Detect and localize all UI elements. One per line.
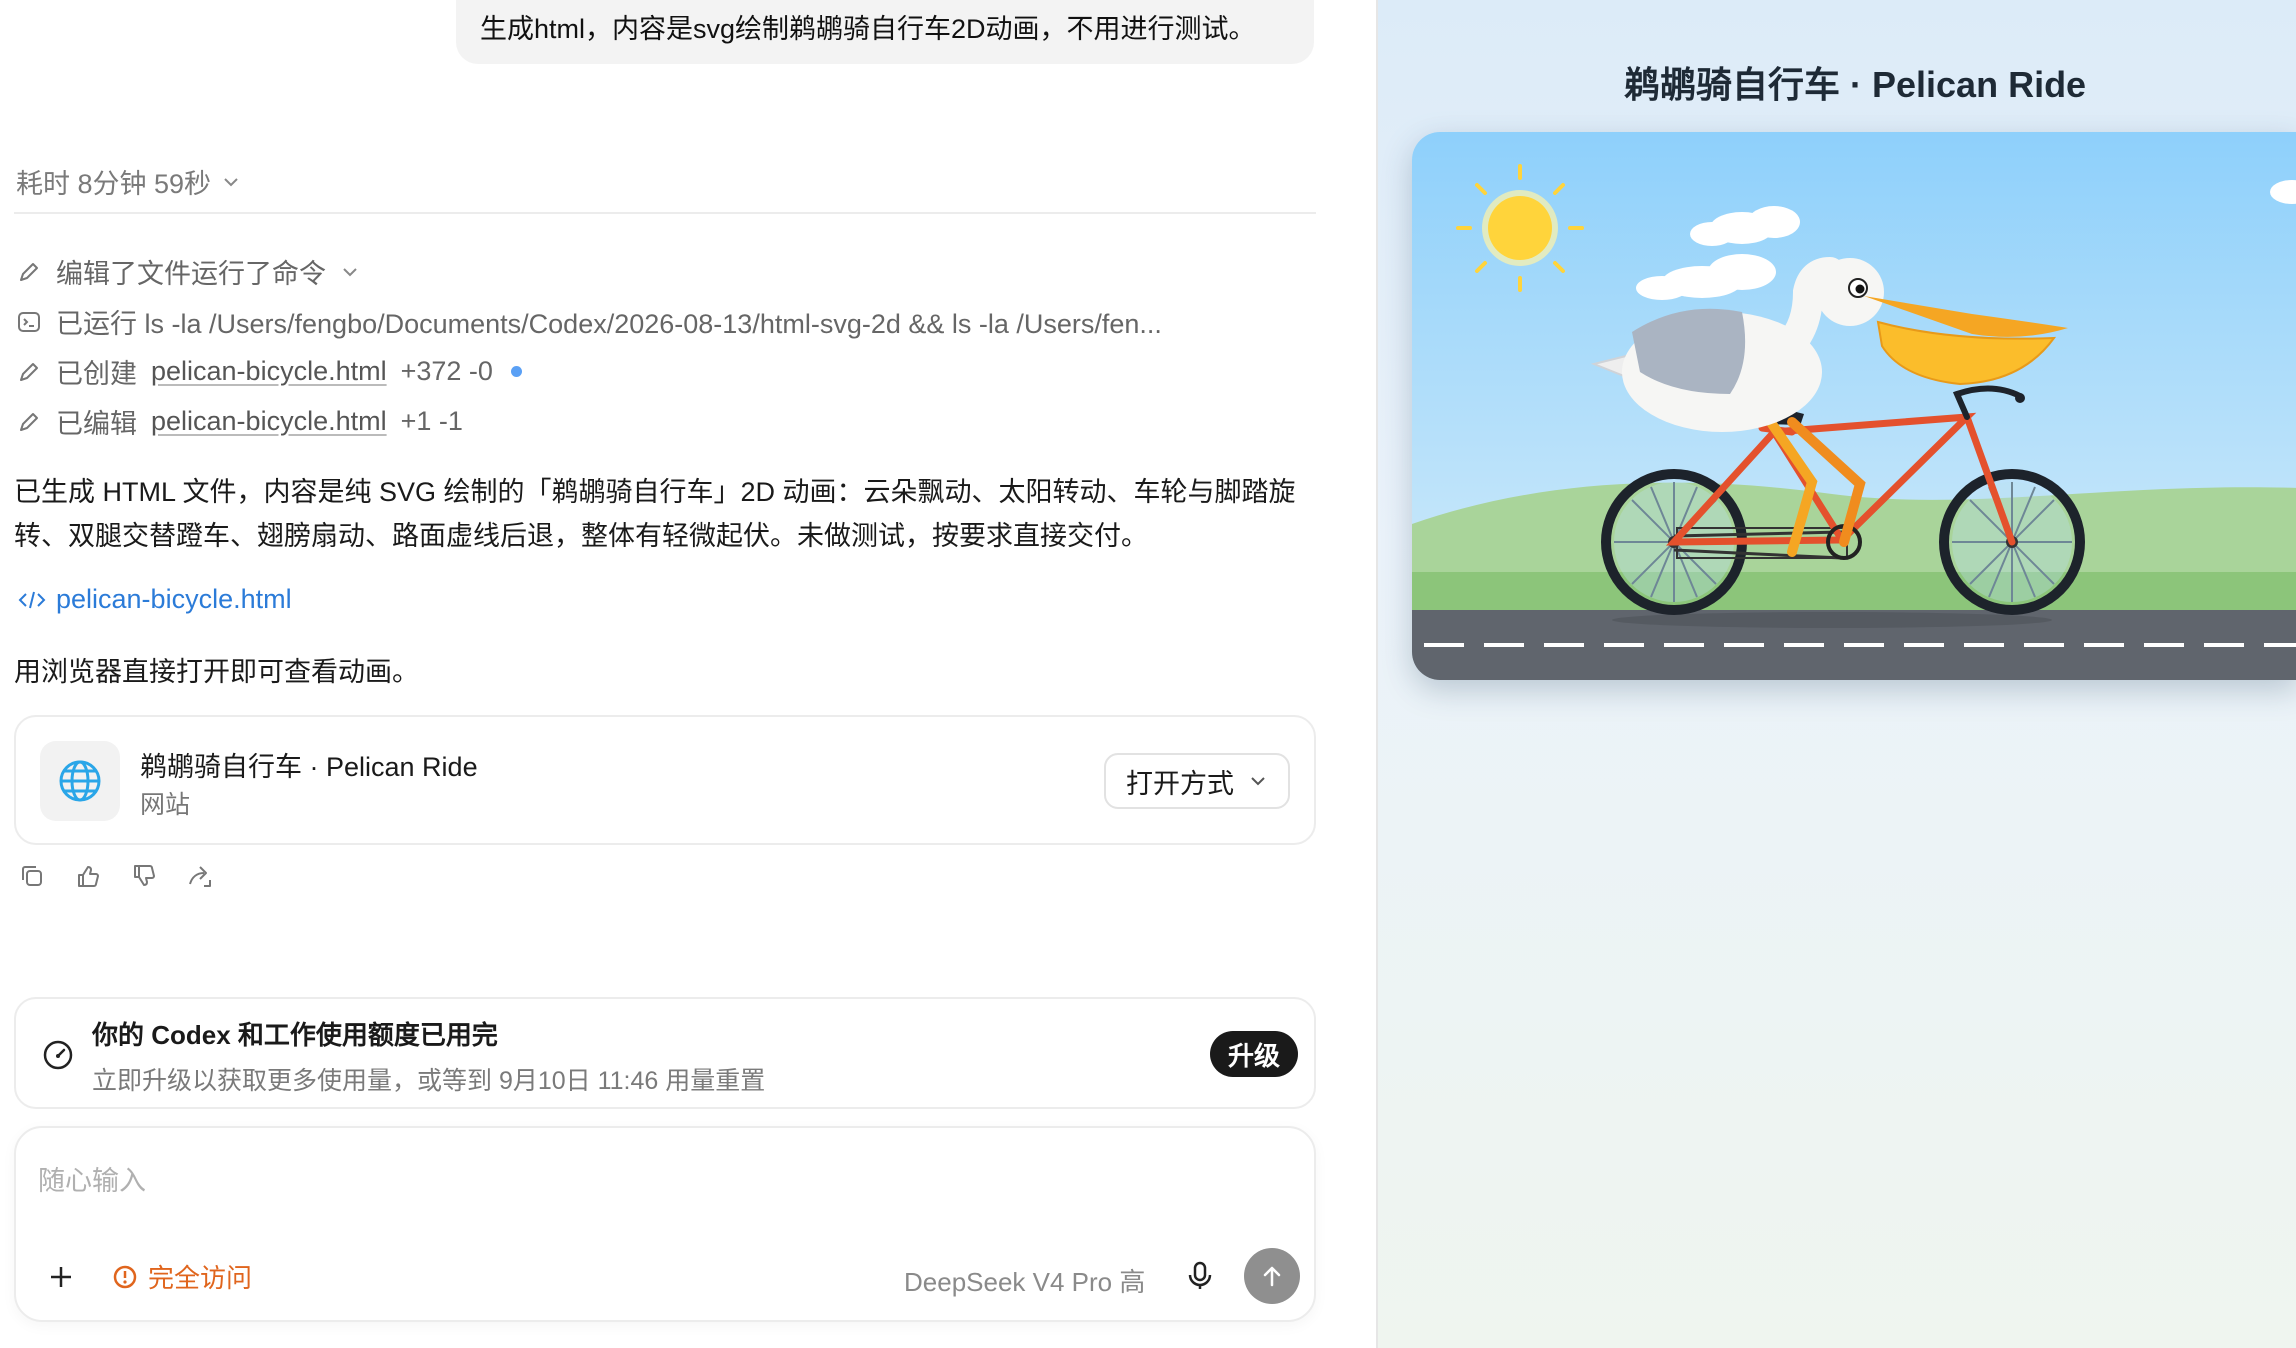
preview-title: 鹈鹕骑自行车 · Pelican Ride	[1624, 64, 2087, 105]
file-link-label: pelican-bicycle.html	[56, 584, 292, 614]
upgrade-button[interactable]: 升级	[1209, 1031, 1298, 1077]
open-with-dropdown[interactable]: 打开方式	[1104, 753, 1290, 809]
assistant-summary: 已生成 HTML 文件，内容是纯 SVG 绘制的「鹈鹕骑自行车」2D 动画：云朵…	[14, 477, 1296, 551]
steps-summary-label: 编辑了文件运行了命令	[56, 259, 326, 289]
plus-icon	[51, 1267, 71, 1287]
pelican-bicycle-svg	[1412, 132, 2296, 680]
open-with-label: 打开方式	[1126, 768, 1234, 799]
step-created-prefix: 已创建	[56, 359, 137, 389]
full-access-toggle[interactable]: 完全访问	[112, 1258, 252, 1295]
thumbs-up-button[interactable]	[72, 860, 104, 892]
step-ran-label: 已运行 ls -la /Users/fengbo/Documents/Codex…	[56, 309, 1162, 339]
composer: 完全访问 DeepSeek V4 Pro 高	[14, 1126, 1316, 1322]
thumbs-down-icon	[134, 865, 155, 886]
terminal-icon	[18, 311, 40, 332]
quota-subtitle: 立即升级以获取更多使用量，或等到 9月10日 11:46 用量重置	[92, 1067, 766, 1095]
share-icon	[189, 866, 211, 887]
step-created-diff: +372 -0	[400, 356, 493, 386]
step-edited-file-link[interactable]: pelican-bicycle.html	[151, 406, 387, 437]
microphone-icon	[1188, 1261, 1212, 1289]
animation-scene	[1412, 132, 2296, 680]
add-button[interactable]	[44, 1260, 78, 1294]
copy-button[interactable]	[16, 860, 48, 892]
pencil-icon	[20, 262, 38, 281]
quota-card: 你的 Codex 和工作使用额度已用完 立即升级以获取更多使用量，或等到 9月1…	[14, 997, 1316, 1109]
step-edited-file[interactable]: 已编辑 pelican-bicycle.html +1 -1	[16, 402, 463, 441]
steps-summary-toggle[interactable]: 编辑了文件运行了命令	[16, 252, 360, 291]
pencil-icon	[20, 412, 38, 431]
elapsed-label: 耗时 8分钟 59秒	[16, 169, 212, 199]
globe-icon	[59, 760, 101, 802]
model-selector[interactable]: DeepSeek V4 Pro 高	[904, 1262, 1145, 1299]
chevron-down-icon	[224, 177, 238, 186]
send-button[interactable]	[1244, 1248, 1300, 1304]
chat-pane: 生成html，内容是svg绘制鹈鹕骑自行车2D动画，不用进行测试。 耗时 8分钟…	[0, 0, 1376, 1348]
chevron-down-icon	[1251, 777, 1265, 786]
preview-pane: 鹈鹕骑自行车 · Pelican Ride	[1376, 0, 2296, 1348]
message-actions	[16, 860, 216, 892]
elapsed-toggle[interactable]: 耗时 8分钟 59秒	[16, 162, 241, 201]
message-input[interactable]	[38, 1156, 1278, 1206]
site-card-subtitle: 网站	[140, 791, 191, 819]
thumbs-up-icon	[78, 866, 99, 887]
code-file-icon	[18, 591, 46, 608]
step-edited-diff: +1 -1	[400, 406, 463, 436]
step-edited-prefix: 已编辑	[56, 409, 137, 439]
site-card-title: 鹈鹕骑自行车 · Pelican Ride	[140, 752, 478, 782]
copy-icon	[22, 866, 42, 886]
quota-title: 你的 Codex 和工作使用额度已用完	[92, 1020, 498, 1050]
grass	[1412, 572, 2296, 612]
share-button[interactable]	[184, 860, 216, 892]
mic-button[interactable]	[1182, 1258, 1218, 1294]
divider	[14, 212, 1316, 214]
alert-circle-icon	[113, 1265, 137, 1288]
full-access-label: 完全访问	[148, 1263, 253, 1293]
chevron-down-icon	[343, 267, 357, 276]
pencil-icon	[20, 362, 38, 381]
file-link[interactable]: pelican-bicycle.html	[18, 584, 292, 615]
step-created-file-link[interactable]: pelican-bicycle.html	[151, 356, 387, 387]
arrow-up-icon	[1263, 1266, 1281, 1287]
unread-dot	[510, 366, 522, 377]
thumbs-down-button[interactable]	[128, 860, 160, 892]
speedometer-icon	[43, 1040, 73, 1070]
open-hint: 用浏览器直接打开即可查看动画。	[14, 657, 419, 687]
step-created-file[interactable]: 已创建 pelican-bicycle.html +372 -0	[16, 352, 522, 391]
site-card[interactable]: 鹈鹕骑自行车 · Pelican Ride 网站 打开方式	[14, 715, 1316, 845]
user-message-bubble: 生成html，内容是svg绘制鹈鹕骑自行车2D动画，不用进行测试。	[456, 0, 1314, 64]
site-icon-box	[40, 741, 120, 821]
step-ran-command[interactable]: 已运行 ls -la /Users/fengbo/Documents/Codex…	[16, 302, 1162, 341]
